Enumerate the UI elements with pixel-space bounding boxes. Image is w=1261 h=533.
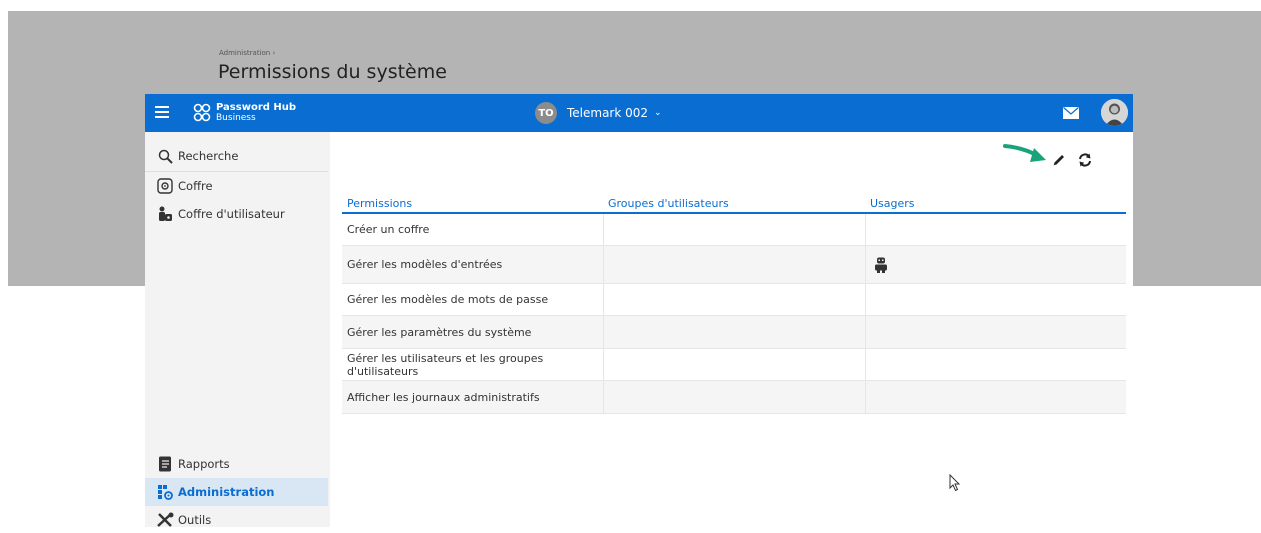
- sidebar-item-administration[interactable]: Administration: [145, 478, 328, 506]
- groups-cell: [603, 214, 865, 245]
- admin-icon: [155, 484, 175, 500]
- mail-icon[interactable]: [1063, 107, 1079, 119]
- annotation-arrow-icon: [1003, 144, 1046, 162]
- permission-cell: Gérer les modèles de mots de passe: [347, 293, 549, 306]
- table-row[interactable]: Gérer les paramètres du système: [342, 316, 1126, 349]
- column-header-permissions[interactable]: Permissions: [342, 197, 603, 210]
- sidebar-item-label: Coffre d'utilisateur: [178, 207, 285, 221]
- org-avatar: TO: [535, 102, 557, 124]
- page-title: Permissions du système: [218, 61, 447, 83]
- users-cell: [865, 349, 1126, 380]
- tools-icon: [155, 512, 175, 528]
- refresh-icon[interactable]: [1077, 152, 1093, 168]
- edit-icon[interactable]: [1051, 152, 1067, 168]
- org-name: Telemark 002: [567, 106, 649, 120]
- table-row[interactable]: Afficher les journaux administratifs: [342, 381, 1126, 414]
- users-cell: [865, 214, 1126, 245]
- logo-subtitle: Business: [216, 113, 256, 123]
- table-header: Permissions Groupes d'utilisateurs Usage…: [342, 192, 1126, 214]
- table-row[interactable]: Gérer les modèles d'entrées: [342, 246, 1126, 284]
- menu-icon[interactable]: [155, 106, 169, 118]
- users-cell: [865, 316, 1126, 348]
- sidebar-item-label: Administration: [178, 485, 275, 499]
- sidebar-item-vault[interactable]: Coffre: [145, 173, 328, 199]
- column-header-groups[interactable]: Groupes d'utilisateurs: [603, 197, 865, 210]
- permission-cell: Gérer les paramètres du système: [347, 325, 532, 339]
- user-avatar[interactable]: [1101, 99, 1128, 126]
- permission-cell: Gérer les modèles d'entrées: [347, 258, 503, 271]
- groups-cell: [603, 284, 865, 315]
- column-header-users[interactable]: Usagers: [865, 197, 1126, 210]
- sidebar-item-label: Recherche: [178, 149, 239, 163]
- logo-title: Password Hub: [216, 102, 297, 113]
- vault-icon: [155, 178, 175, 194]
- groups-cell: [603, 316, 865, 348]
- sidebar: Recherche Coffre Coffre d'utilisateur Ra…: [145, 132, 330, 527]
- organization-selector[interactable]: TO Telemark 002 ⌄: [535, 101, 662, 125]
- table-row[interactable]: Gérer les utilisateurs et les groupes d'…: [342, 349, 1126, 381]
- permission-cell: Créer un coffre: [347, 223, 430, 236]
- groups-cell: [603, 246, 865, 283]
- logo-icon: [193, 103, 211, 122]
- permissions-table: Permissions Groupes d'utilisateurs Usage…: [342, 192, 1126, 414]
- mouse-cursor-icon: [949, 474, 961, 492]
- user-vault-icon: [155, 206, 175, 222]
- table-row[interactable]: Créer un coffre: [342, 214, 1126, 246]
- sidebar-item-label: Outils: [178, 513, 212, 527]
- search-icon: [155, 148, 175, 164]
- sidebar-item-user-vault[interactable]: Coffre d'utilisateur: [145, 201, 328, 227]
- breadcrumb[interactable]: Administration ›: [219, 49, 275, 57]
- sidebar-item-label: Coffre: [178, 179, 213, 193]
- permission-cell: Afficher les journaux administratifs: [347, 390, 540, 404]
- users-cell: [865, 381, 1126, 413]
- report-icon: [155, 456, 175, 472]
- sidebar-item-tools[interactable]: Outils: [145, 507, 328, 533]
- sidebar-item-reports[interactable]: Rapports: [145, 451, 328, 477]
- permission-cell: Gérer les utilisateurs et les groupes d'…: [347, 351, 544, 378]
- chevron-down-icon: ⌄: [654, 108, 662, 118]
- users-cell: [865, 284, 1126, 315]
- robot-user-icon[interactable]: [874, 257, 888, 273]
- user-photo-icon: [1101, 99, 1128, 126]
- top-bar: Password Hub Business TO Telemark 002 ⌄: [145, 94, 1133, 132]
- groups-cell: [603, 349, 865, 380]
- sidebar-item-search[interactable]: Recherche: [145, 143, 328, 172]
- groups-cell: [603, 381, 865, 413]
- table-row[interactable]: Gérer les modèles de mots de passe: [342, 284, 1126, 316]
- sidebar-item-label: Rapports: [178, 457, 230, 471]
- app-logo[interactable]: Password Hub Business: [191, 101, 296, 125]
- users-cell: [865, 246, 1126, 283]
